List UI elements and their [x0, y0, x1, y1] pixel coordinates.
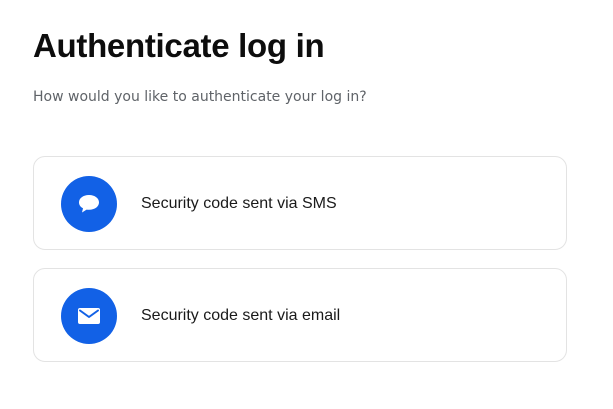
page-title: Authenticate log in: [33, 27, 325, 64]
page-subtitle: How would you like to authenticate your …: [33, 89, 367, 105]
sms-option-card[interactable]: Security code sent via SMS: [33, 156, 567, 250]
envelope-icon: [61, 288, 117, 344]
sms-option-label: Security code sent via SMS: [141, 195, 337, 212]
email-option-label: Security code sent via email: [141, 307, 341, 324]
chat-bubble-icon: [61, 176, 117, 232]
email-option-card[interactable]: Security code sent via email: [33, 268, 567, 362]
